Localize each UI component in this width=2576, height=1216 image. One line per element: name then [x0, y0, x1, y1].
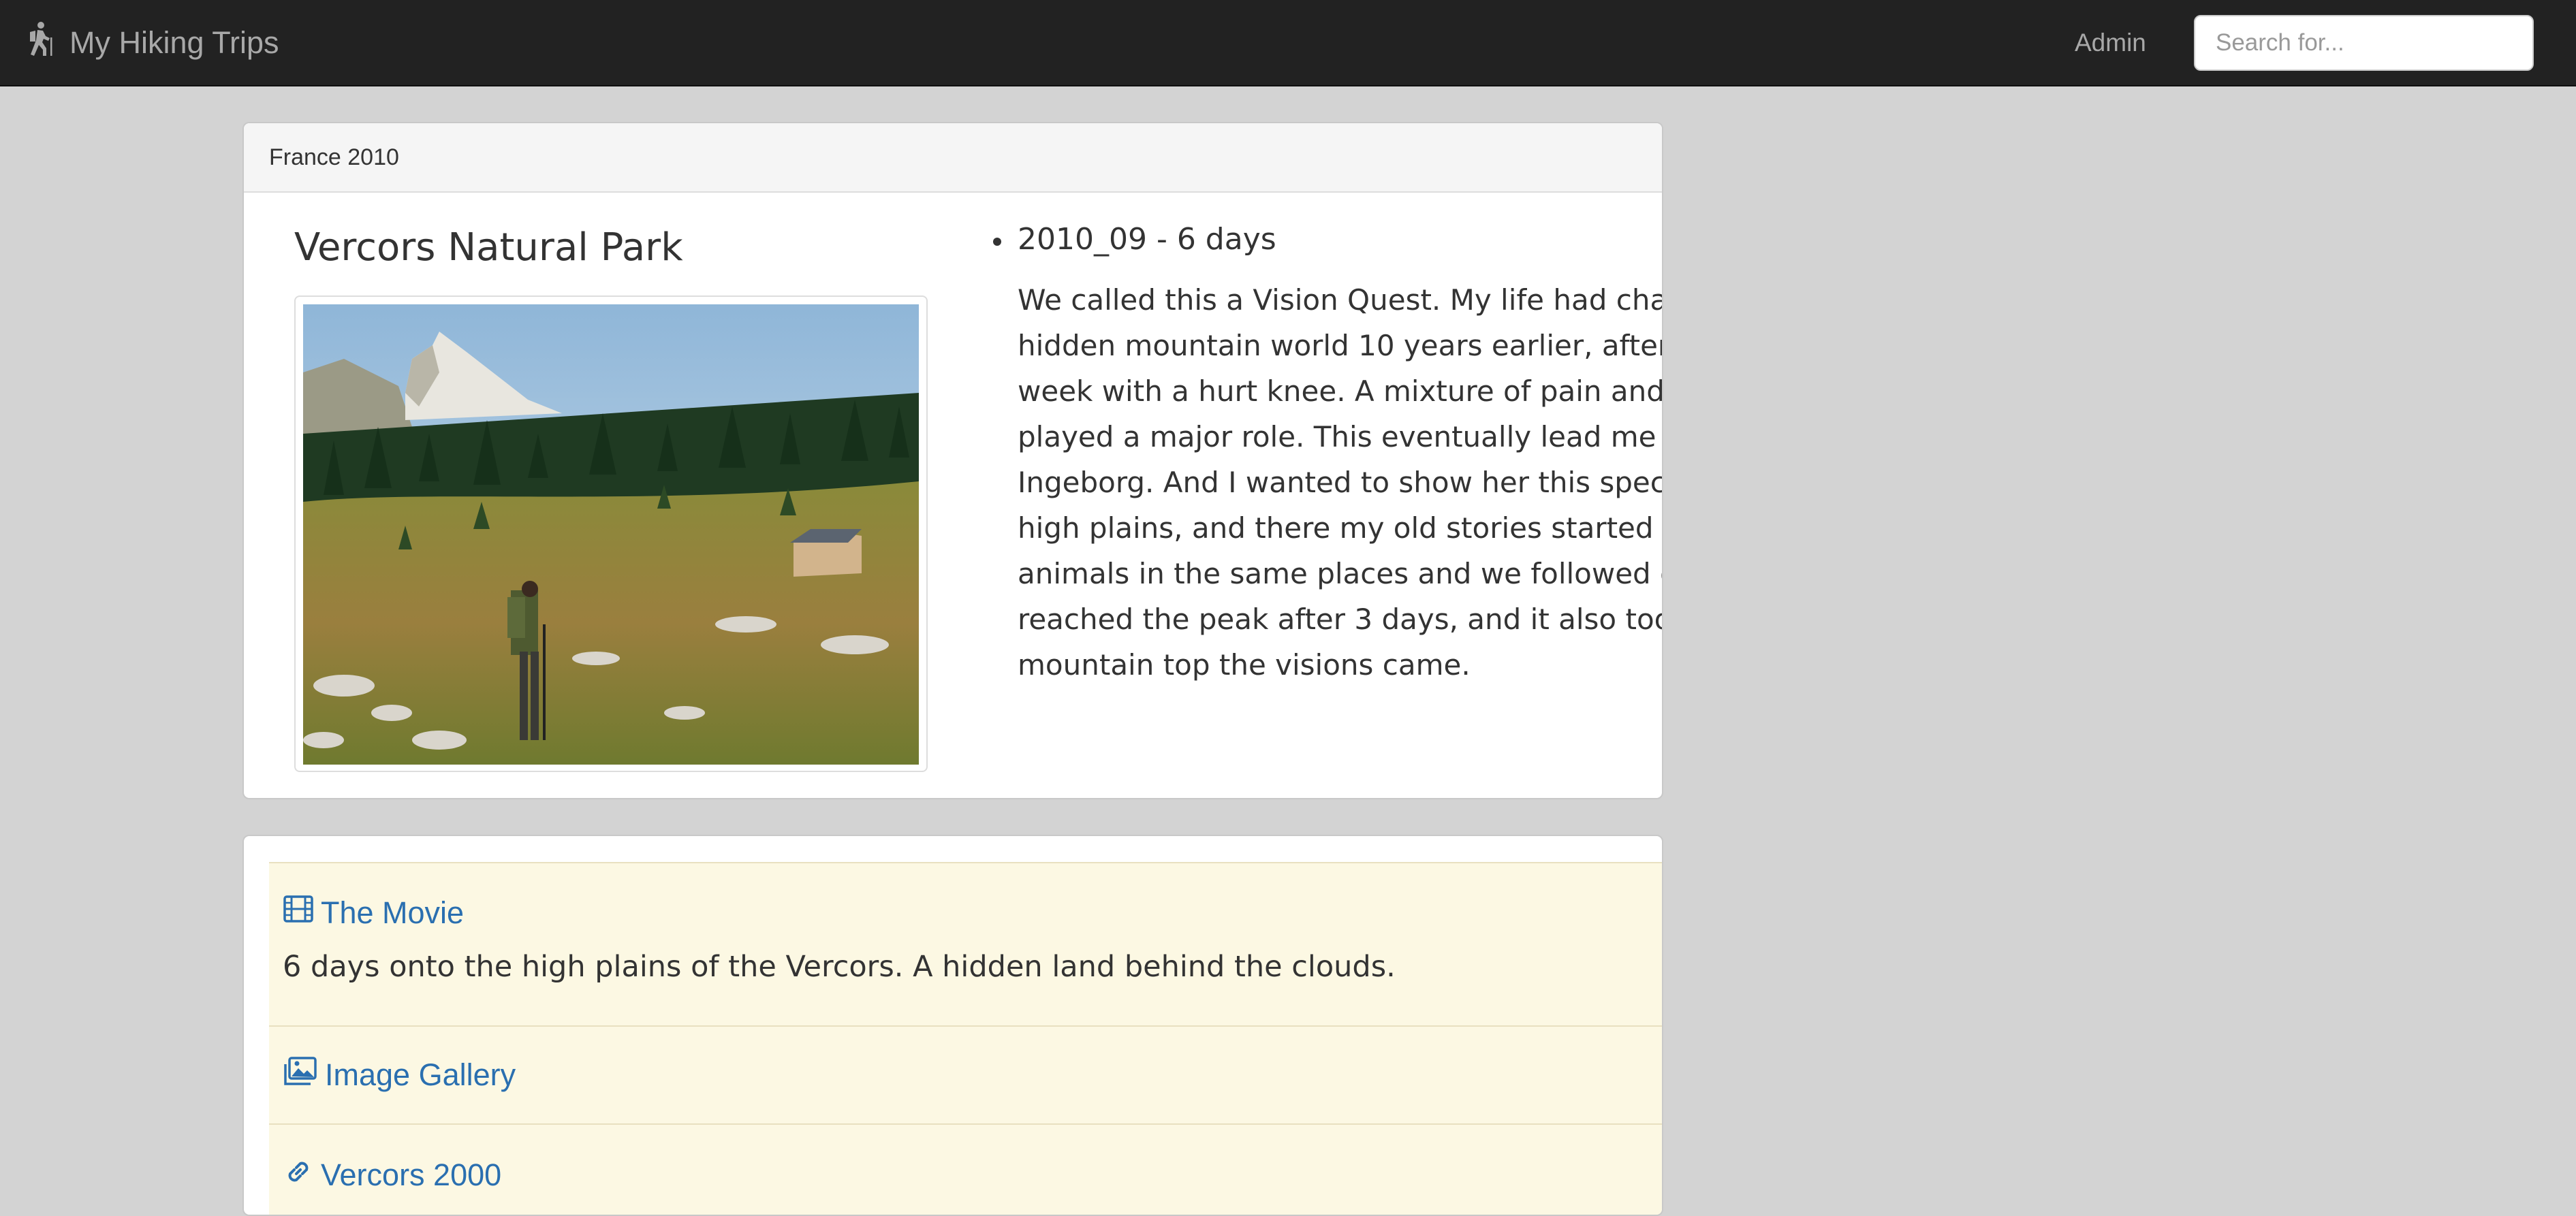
- movie-description: 6 days onto the high plains of the Verco…: [283, 950, 1396, 984]
- brand-link[interactable]: My Hiking Trips: [25, 0, 279, 85]
- trip-title: Vercors Natural Park: [294, 225, 683, 270]
- vercors-2000-link[interactable]: Vercors 2000: [283, 1156, 501, 1195]
- trip-photo: [294, 295, 928, 772]
- vercors-2000-label: Vercors 2000: [321, 1157, 502, 1192]
- image-gallery-link[interactable]: Image Gallery: [283, 1056, 516, 1095]
- admin-link[interactable]: Admin: [2075, 0, 2146, 85]
- trip-entry: 2010_09 - 6 days We called this a Vision…: [993, 217, 1663, 688]
- list-item: Image Gallery: [269, 1025, 1662, 1123]
- search-input[interactable]: [2194, 15, 2534, 71]
- list-item: Vercors 2000: [269, 1123, 1662, 1215]
- link-icon: [283, 1156, 314, 1195]
- movie-link-label: The Movie: [321, 895, 465, 930]
- bullet-icon: [993, 238, 1001, 246]
- navbar: My Hiking Trips Admin: [0, 0, 2576, 86]
- list-item: The Movie 6 days onto the high plains of…: [269, 862, 1662, 1025]
- trip-entries: 2010_09 - 6 days We called this a Vision…: [993, 217, 1663, 688]
- brand-label: My Hiking Trips: [69, 25, 279, 60]
- trip-heading: France 2010: [244, 123, 1662, 193]
- film-icon: [283, 893, 314, 932]
- links-list: The Movie 6 days onto the high plains of…: [269, 862, 1662, 1215]
- entry-description: We called this a Vision Quest. My life h…: [1018, 283, 1663, 682]
- links-panel: The Movie 6 days onto the high plains of…: [242, 835, 1663, 1216]
- hiker-icon: [25, 21, 54, 64]
- trip-panel: France 2010 Vercors Natural Park 2010_09…: [242, 122, 1663, 799]
- image-gallery-icon: [283, 1056, 318, 1095]
- image-gallery-label: Image Gallery: [325, 1057, 516, 1092]
- entry-date: 2010_09 - 6 days: [1018, 222, 1276, 257]
- movie-link[interactable]: The Movie: [283, 893, 1662, 932]
